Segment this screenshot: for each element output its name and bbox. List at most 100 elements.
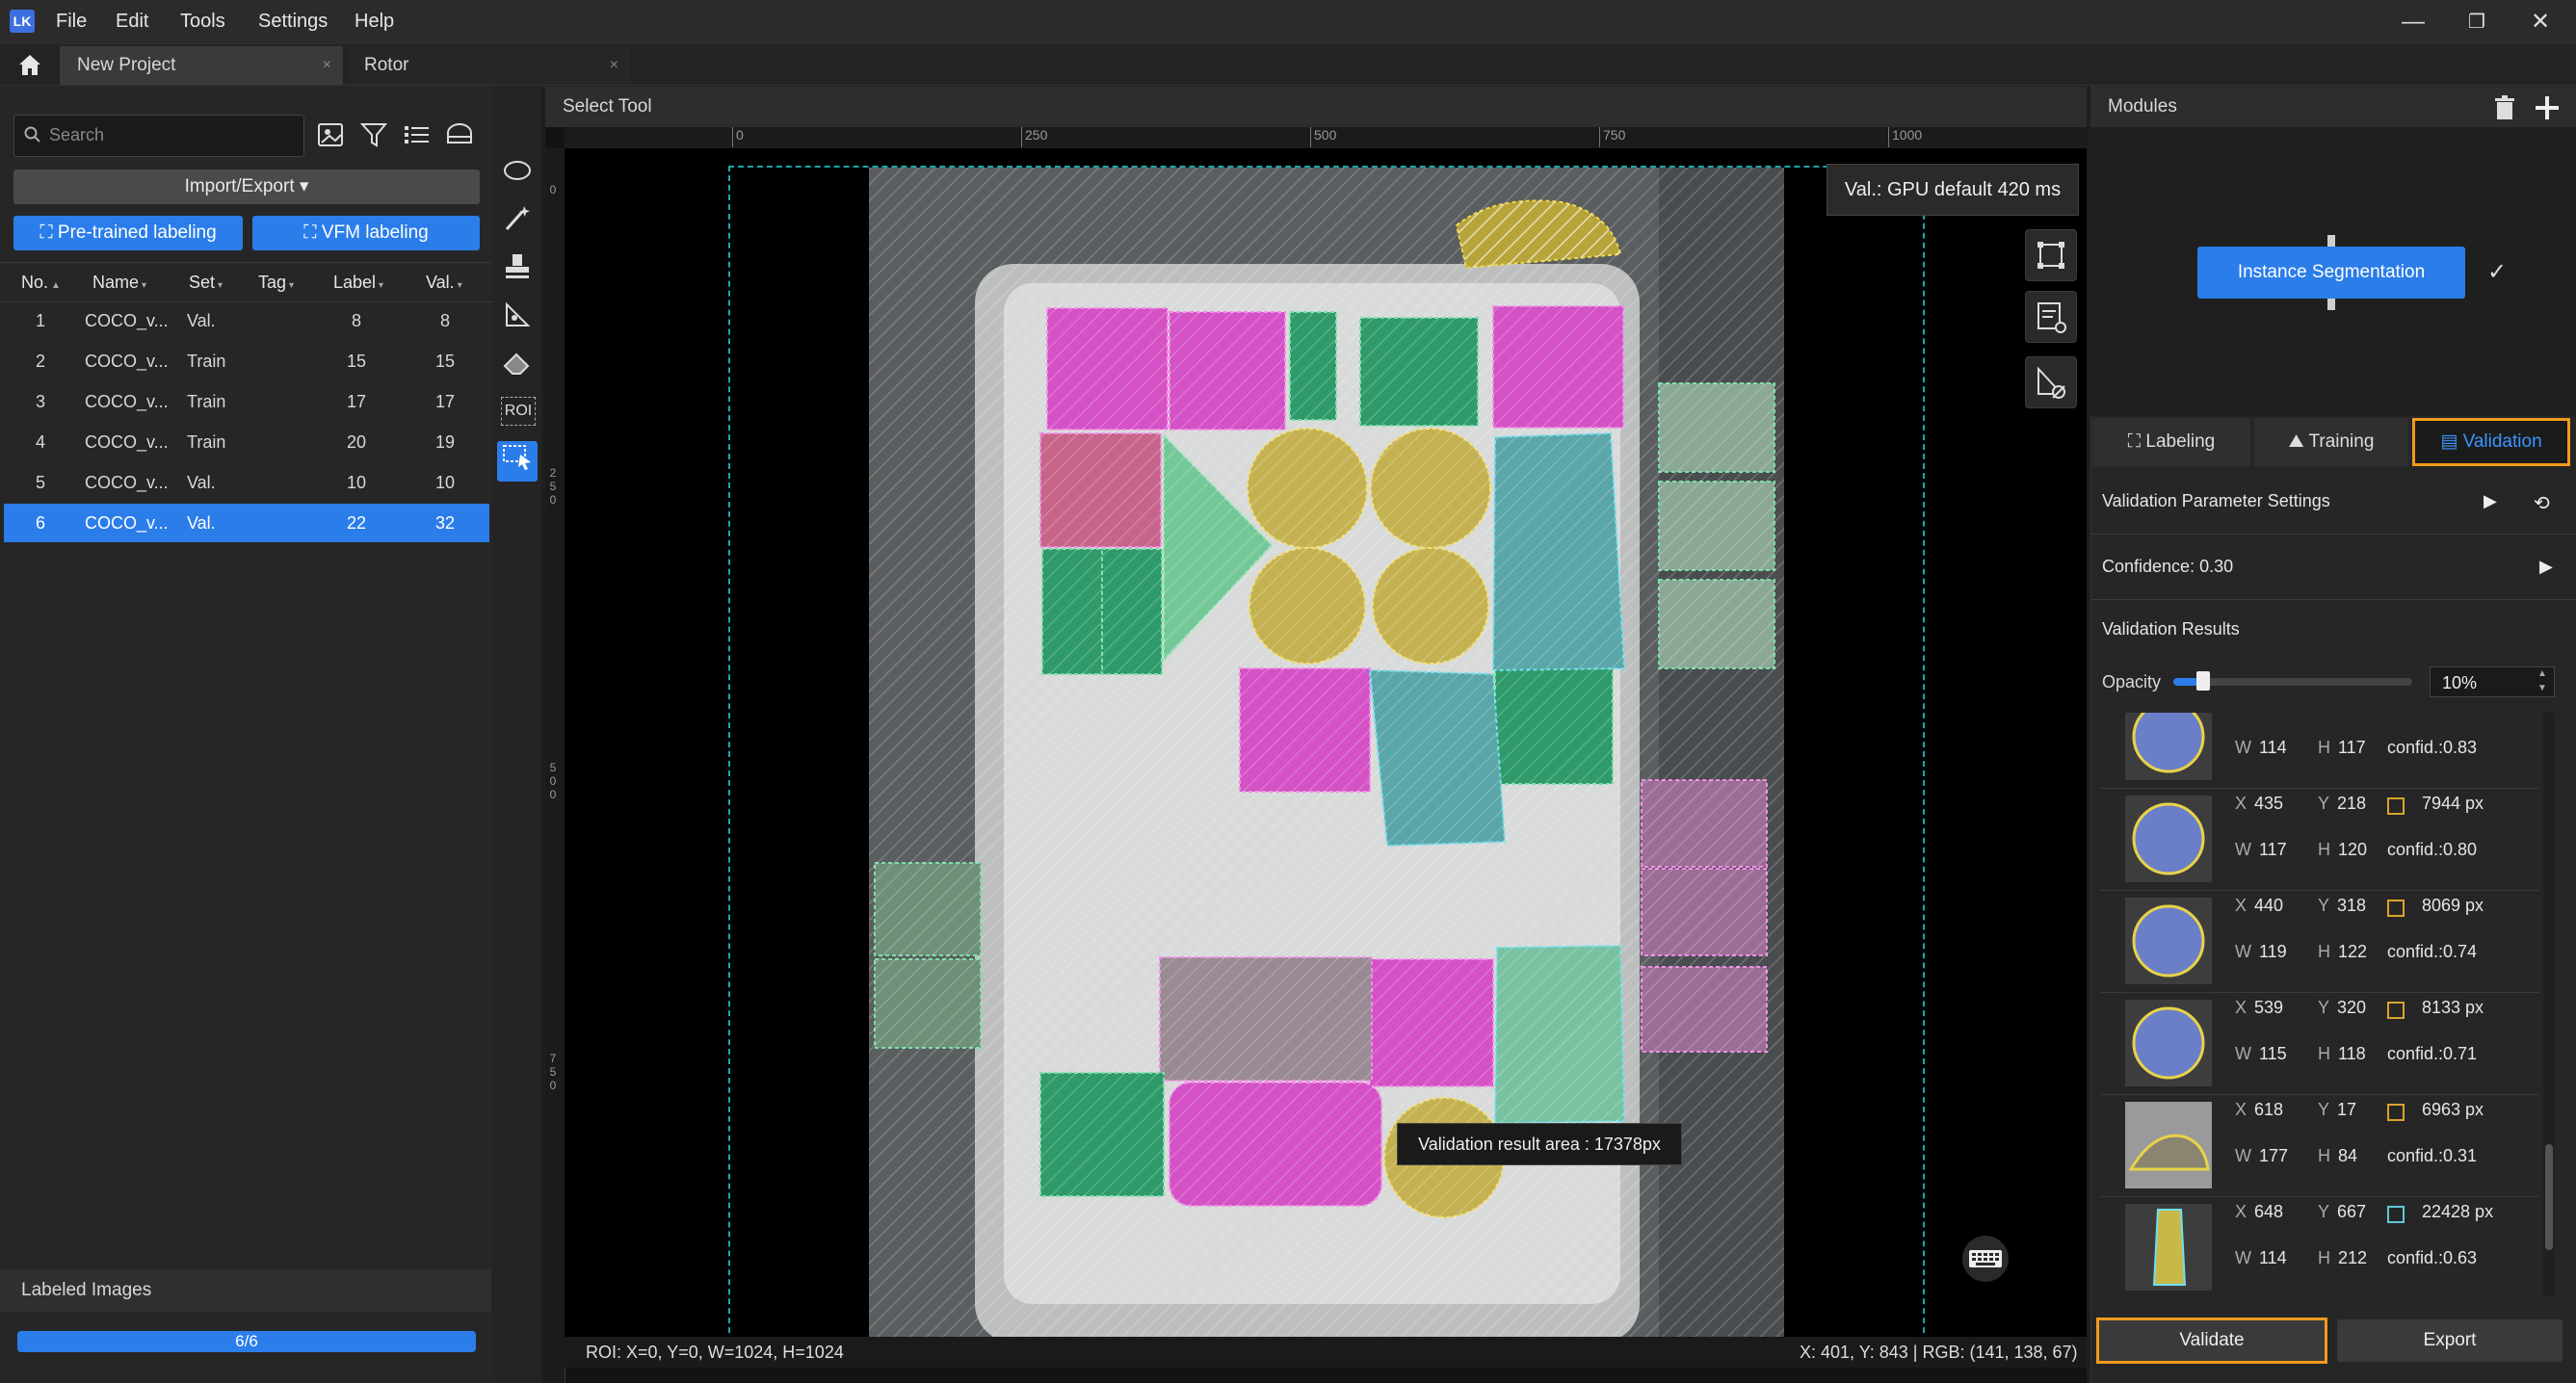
result-confidence: confid.:0.71 [2387,1044,2478,1063]
export-button[interactable]: Export [2337,1319,2563,1362]
module-input-port[interactable] [2327,235,2335,247]
opacity-spinner-icon[interactable]: ▲ ▼ [2532,666,2553,697]
result-checkbox[interactable] [2387,1104,2405,1121]
cell-label: 10 [346,473,367,492]
table-row[interactable]: 1 COCO_v... Val. 8 8 [4,301,489,340]
validation-results-title: Validation Results [2102,619,2240,639]
search-icon [24,126,40,143]
expand-arrow-icon[interactable]: ▶ [2539,557,2553,577]
instance-segmentation-module[interactable]: Instance Segmentation [2197,247,2465,299]
filter-icon[interactable] [358,119,391,150]
keyboard-icon[interactable] [1959,1235,2011,1283]
column-label[interactable]: Label ▾ [333,263,383,301]
column-val[interactable]: Val. ▾ [426,263,462,301]
validation-parameter-settings[interactable]: Validation Parameter Settings ▶ ⟲ [2090,474,2576,535]
roi-icon[interactable]: ROI [501,397,536,426]
minimize-button[interactable]: — [2389,6,2437,39]
result-h: H 84 [2318,1146,2358,1165]
result-item[interactable]: X 648 Y 667 W 114 H 212 22428 px confid.:0.63 [2100,1196,2539,1296]
column-set[interactable]: Set ▾ [189,263,223,301]
menu-edit[interactable]: Edit [116,11,148,33]
add-module-icon[interactable] [2532,92,2563,123]
table-row[interactable]: 4 COCO_v... Train 20 19 [4,423,489,461]
cell-name: COCO_v... [85,513,169,533]
result-item[interactable]: X547Y793W114H1177962 pxconfid.:0.83 [2100,713,2539,789]
check-icon: ✓ [2487,259,2508,285]
result-confidence: confid.:0.83 [2387,738,2478,757]
cell-set: Train [187,432,226,452]
import-export-dropdown[interactable]: Import/Export ▾ [13,170,480,204]
result-thumbnail [2125,1204,2212,1291]
tab-training[interactable]: ⛰ Training [2254,418,2408,466]
cell-set: Val. [187,513,216,533]
table-row[interactable]: 3 COCO_v... Train 17 17 [4,382,489,421]
list-view-icon[interactable] [401,119,434,150]
search-input[interactable]: Search [13,115,304,157]
result-checkbox[interactable] [2387,797,2405,815]
tab-close-icon[interactable]: × [610,46,618,85]
layout-icon[interactable] [443,119,476,150]
menu-tools[interactable]: Tools [180,11,225,33]
tab-labeling[interactable]: ⛶ Labeling [2092,418,2250,466]
show-results-icon[interactable] [2025,291,2077,343]
result-x: X 648 [2235,1202,2284,1221]
opacity-slider-thumb[interactable] [2196,671,2210,691]
menu-file[interactable]: File [56,11,87,33]
menu-settings[interactable]: Settings [258,11,328,33]
cell-label: 15 [346,352,367,371]
table-row[interactable]: 2 COCO_v... Train 15 15 [4,342,489,380]
cell-label: 8 [351,311,362,330]
cell-val: 15 [434,352,456,371]
result-item[interactable]: X 435 Y 218 W 117 H 120 7944 px confid.:0.80 [2100,788,2539,891]
close-window-button[interactable]: ✕ [2516,6,2564,39]
hide-labels-icon[interactable] [2025,356,2077,408]
result-area: 8133 px [2422,998,2484,1017]
tab-close-icon[interactable]: × [323,46,331,85]
menu-help[interactable]: Help [355,11,394,33]
table-row[interactable]: 5 COCO_v... Val. 10 10 [4,463,489,502]
trash-icon[interactable] [2491,94,2518,121]
opacity-label: Opacity [2102,672,2162,692]
home-icon[interactable] [15,50,44,79]
image-filter-icon[interactable] [316,119,349,150]
validate-button[interactable]: Validate [2096,1318,2327,1364]
column-tag[interactable]: Tag ▾ [258,263,294,301]
confidence-setting[interactable]: Confidence: 0.30 ▶ [2090,539,2576,600]
module-output-port[interactable] [2327,299,2335,310]
tab-validation[interactable]: ▤ Validation [2412,418,2570,466]
cell-val: 10 [434,473,456,492]
result-checkbox[interactable] [2387,900,2405,917]
tab-rotor[interactable]: Rotor × [347,46,630,85]
maximize-button[interactable]: ❐ [2453,6,2501,39]
results-scrollbar-thumb[interactable] [2545,1144,2553,1250]
expand-arrow-icon[interactable]: ▶ [2484,491,2497,511]
ellipse-tool-icon[interactable] [497,156,538,196]
result-checkbox[interactable] [2387,1002,2405,1019]
cell-val: 32 [434,513,456,533]
result-item[interactable]: X 440 Y 318 W 119 H 122 8069 px confid.:0.74 [2100,890,2539,993]
app-logo: LK [10,10,35,33]
select-tool-icon[interactable] [497,441,538,482]
result-checkbox[interactable] [2387,1206,2405,1223]
labeled-images-header: Labeled Images [0,1269,491,1312]
stamp-icon[interactable] [497,252,538,293]
tab-label: New Project [77,55,176,75]
polygon-icon[interactable] [497,300,538,341]
vfm-labeling-button[interactable]: ⛶ VFM labeling [252,216,480,250]
fit-view-icon[interactable] [2025,229,2077,281]
eraser-icon[interactable] [497,349,538,389]
column-no[interactable]: No. ▲ [21,263,61,301]
pretrained-labeling-button[interactable]: ⛶ Pre-trained labeling [13,216,243,250]
tab-new-project[interactable]: New Project × [60,46,343,85]
table-row[interactable]: 6 COCO_v... Val. 22 32 [4,504,489,542]
reset-icon[interactable]: ⟲ [2534,491,2550,515]
cell-name: COCO_v... [85,392,169,411]
result-item[interactable]: X 539 Y 320 W 115 H 118 8133 px confid.:0.71 [2100,992,2539,1095]
magic-wand-icon[interactable] [497,204,538,245]
table-header: No. ▲ Name ▾ Set ▾ Tag ▾ Label ▾ Val. ▾ [0,262,491,302]
result-h: H 120 [2318,840,2368,859]
tab-label: Rotor [364,55,409,75]
roi-rectangle[interactable] [728,166,1925,1362]
column-name[interactable]: Name ▾ [92,263,146,301]
result-item[interactable]: X 618 Y 17 W 177 H 84 6963 px confid.:0.31 [2100,1094,2539,1197]
